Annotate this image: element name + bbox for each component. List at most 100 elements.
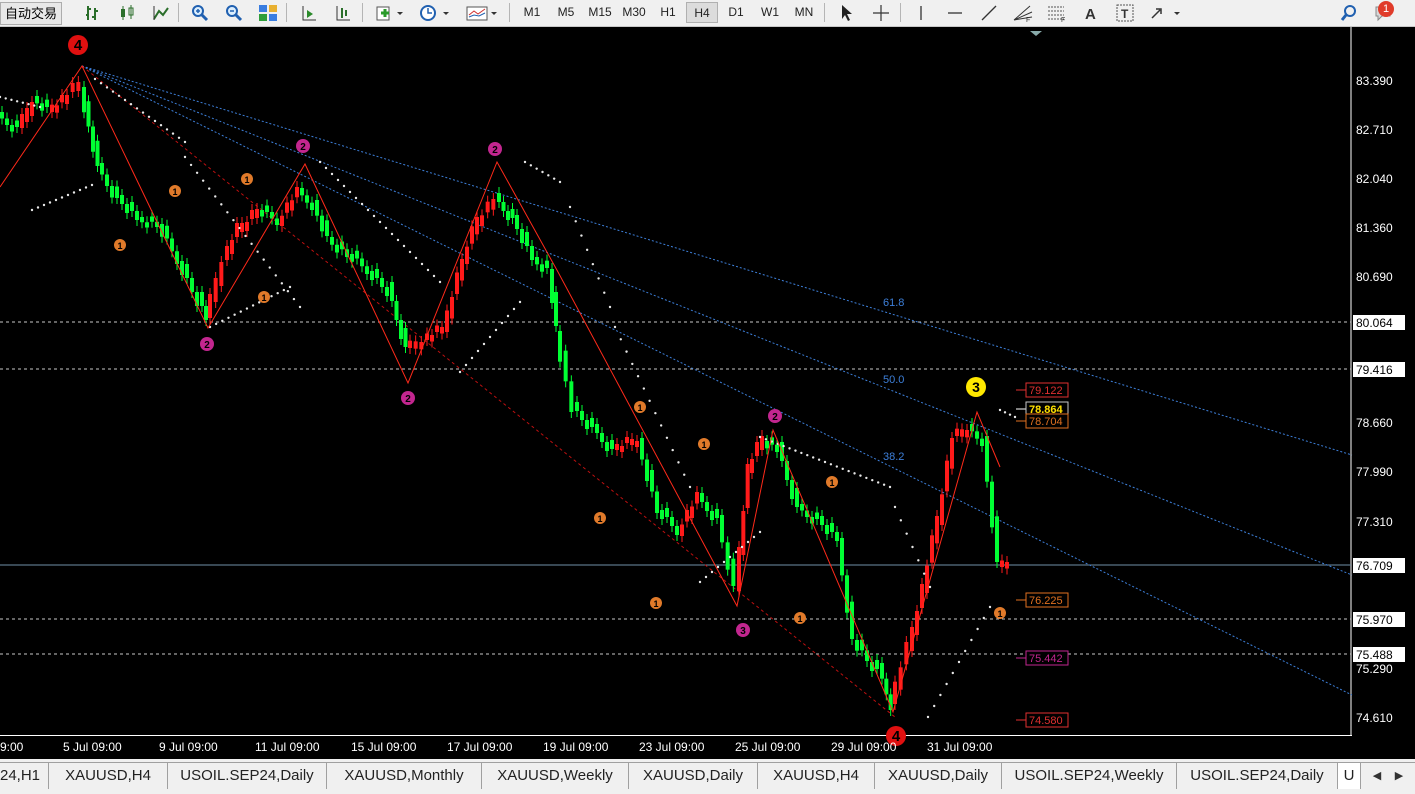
tab-chart[interactable]: 24,H1 bbox=[0, 763, 49, 789]
candle-body bbox=[5, 118, 9, 125]
tab-chart[interactable]: XAUUSD,H4 bbox=[49, 763, 168, 789]
candle-body bbox=[985, 436, 989, 482]
tf-m5[interactable]: M5 bbox=[550, 2, 582, 23]
tab-chart-active[interactable]: U bbox=[1338, 763, 1361, 789]
tab-chart[interactable]: USOIL.SEP24,Weekly bbox=[1002, 763, 1177, 789]
tab-chart[interactable]: XAUUSD,Daily bbox=[875, 763, 1002, 789]
search-icon[interactable] bbox=[1336, 2, 1362, 23]
sar-dot bbox=[432, 274, 436, 278]
sar-dot bbox=[221, 319, 224, 323]
sar-dot bbox=[482, 342, 486, 346]
candle-body bbox=[731, 558, 736, 586]
templates-icon[interactable] bbox=[463, 2, 501, 23]
sar-dot bbox=[704, 575, 708, 579]
candle-body bbox=[413, 341, 418, 349]
text-label-icon[interactable]: T bbox=[1112, 2, 1138, 23]
svg-text:3: 3 bbox=[972, 379, 980, 395]
candlestick-icon[interactable] bbox=[114, 2, 140, 23]
vertical-line-icon[interactable] bbox=[908, 2, 934, 23]
candle-body bbox=[0, 112, 4, 119]
candle-body bbox=[230, 240, 234, 254]
line-chart-icon[interactable] bbox=[148, 2, 174, 23]
tab-chart[interactable]: USOIL.SEP24,Daily bbox=[168, 763, 327, 789]
sar-dot bbox=[636, 375, 640, 378]
date-tick: 23 Jul 09:00 bbox=[639, 740, 705, 754]
sar-dot bbox=[688, 485, 692, 489]
candle-body bbox=[960, 429, 964, 437]
sar-dot bbox=[882, 483, 886, 486]
tab-chart[interactable]: XAUUSD,Monthly bbox=[327, 763, 482, 789]
tab-chart[interactable]: USOIL.SEP24,Daily bbox=[1177, 763, 1338, 789]
wave-label-2: 3 bbox=[736, 623, 750, 637]
candle-body bbox=[800, 504, 804, 511]
periods-clock-icon[interactable] bbox=[416, 2, 454, 23]
candle-body bbox=[950, 438, 954, 469]
tf-mn[interactable]: MN bbox=[788, 2, 820, 23]
autoscroll-icon[interactable] bbox=[330, 2, 356, 23]
sar-dot bbox=[214, 322, 218, 326]
tf-m1[interactable]: M1 bbox=[516, 2, 548, 23]
candle-body bbox=[670, 517, 674, 526]
tab-chart[interactable]: XAUUSD,Weekly bbox=[482, 763, 629, 789]
minor-wave-label: 1 bbox=[829, 478, 834, 488]
price-tick: 80.690 bbox=[1356, 270, 1393, 284]
candle-body bbox=[330, 237, 334, 245]
candle-body bbox=[355, 250, 359, 259]
candle-body bbox=[390, 282, 394, 301]
candle-body bbox=[755, 442, 759, 456]
bar-chart-icon[interactable] bbox=[80, 2, 106, 23]
crosshair-icon[interactable] bbox=[868, 2, 894, 23]
sar-dot bbox=[677, 461, 680, 464]
tf-d1[interactable]: D1 bbox=[720, 2, 752, 23]
candle-body bbox=[790, 480, 794, 499]
tf-m15[interactable]: M15 bbox=[584, 2, 616, 23]
candle-body bbox=[725, 542, 730, 570]
sar-dot bbox=[354, 196, 358, 200]
zoom-out-icon[interactable] bbox=[221, 2, 247, 23]
arrows-icon[interactable] bbox=[1146, 2, 1184, 23]
cursor-icon[interactable] bbox=[834, 2, 860, 23]
tab-chart[interactable]: XAUUSD,H4 bbox=[758, 763, 875, 789]
sar-dot bbox=[408, 250, 412, 254]
sar-dot bbox=[917, 559, 920, 562]
tf-m30[interactable]: M30 bbox=[618, 2, 650, 23]
candle-body bbox=[935, 516, 939, 544]
tf-w1[interactable]: W1 bbox=[754, 2, 786, 23]
sar-dot bbox=[758, 435, 762, 439]
candle-body bbox=[204, 306, 208, 320]
tf-h1[interactable]: H1 bbox=[652, 2, 684, 23]
tile-windows-icon[interactable] bbox=[255, 2, 281, 23]
chart-area bbox=[0, 27, 1352, 736]
horizontal-line-icon[interactable] bbox=[942, 2, 968, 23]
sar-dot bbox=[580, 234, 583, 237]
candle-body bbox=[545, 260, 549, 268]
candle-body bbox=[501, 202, 506, 211]
tab-scroll-right-icon[interactable]: ▶ bbox=[1390, 766, 1408, 786]
candle-body bbox=[365, 266, 369, 274]
candle-body bbox=[325, 220, 329, 236]
candle-body bbox=[675, 526, 679, 535]
fibonacci-fan-icon[interactable]: F bbox=[1010, 2, 1036, 23]
candle-body bbox=[195, 292, 199, 306]
sar-dot bbox=[165, 128, 169, 131]
text-icon[interactable]: A bbox=[1078, 2, 1104, 23]
tf-h4[interactable]: H4 bbox=[686, 2, 718, 23]
candle-body bbox=[640, 438, 644, 460]
autotrade-button[interactable]: 自动交易 bbox=[0, 2, 63, 25]
date-tick: 9 Jul 09:00 bbox=[159, 740, 218, 754]
sar-dot bbox=[494, 328, 498, 332]
zoom-in-icon[interactable] bbox=[187, 2, 213, 23]
tab-chart[interactable]: XAUUSD,Daily bbox=[629, 763, 758, 789]
sar-dot bbox=[360, 202, 364, 206]
candle-body bbox=[208, 294, 212, 318]
sar-dot bbox=[928, 585, 932, 589]
trendline-icon[interactable] bbox=[976, 2, 1002, 23]
fibonacci-retracement-icon[interactable]: F bbox=[1044, 2, 1070, 23]
candle-body bbox=[840, 538, 844, 576]
tab-scroll-left-icon[interactable]: ◀ bbox=[1368, 766, 1386, 786]
sar-dot bbox=[129, 103, 133, 106]
price-chart[interactable]: 61.8 50.0 38.2 1 1 1 1 1 1 1 1 1 1 1 4 2 2 2 2 2 3… bbox=[0, 27, 1415, 759]
indicators-icon[interactable] bbox=[372, 2, 408, 23]
candle-body bbox=[25, 108, 29, 122]
chart-shift-icon[interactable] bbox=[296, 2, 322, 23]
